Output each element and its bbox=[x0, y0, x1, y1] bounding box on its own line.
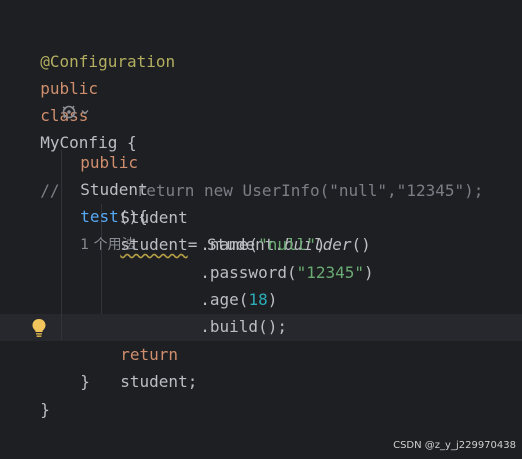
code-line-9[interactable]: .build(); bbox=[181, 286, 287, 336]
lightbulb-icon[interactable] bbox=[31, 318, 47, 338]
code-line-2[interactable]: public class MyConfig { bbox=[21, 48, 136, 152]
code-line-11[interactable]: } bbox=[61, 341, 90, 391]
code-line-12[interactable]: } bbox=[21, 369, 50, 419]
code-line-10[interactable]: return student; bbox=[101, 314, 197, 391]
code-line-3[interactable]: public Student test(){ 1 个用法 bbox=[61, 122, 147, 253]
chevron-down-icon bbox=[81, 110, 89, 115]
method-gutter-menu[interactable] bbox=[60, 102, 90, 122]
keyword-token: return bbox=[120, 345, 179, 364]
variable-token: student; bbox=[120, 372, 198, 391]
code-line-4[interactable]: // return new UserInfo("null","12345"); bbox=[21, 150, 483, 200]
brace-token: } bbox=[40, 400, 50, 419]
code-line-7[interactable]: .password("12345") bbox=[181, 232, 373, 282]
method-call-token: .build(); bbox=[200, 317, 287, 336]
code-line-8[interactable]: .age(18) bbox=[181, 259, 277, 309]
variable-token: student bbox=[120, 235, 188, 254]
code-line-1[interactable]: @Configuration bbox=[21, 21, 175, 71]
brace-token: } bbox=[80, 372, 90, 391]
keyword-token: public bbox=[40, 79, 99, 98]
string-token: "12345" bbox=[296, 263, 365, 282]
type-token: Student bbox=[120, 208, 188, 227]
code-line-5[interactable]: Student student= Student.builder() bbox=[101, 177, 370, 254]
punctuation-token: ) bbox=[364, 263, 374, 282]
spring-bean-icon bbox=[62, 105, 76, 119]
watermark-text: CSDN @z_y_j229970438 bbox=[393, 440, 516, 451]
code-line-6[interactable]: .name("null") bbox=[181, 204, 325, 254]
